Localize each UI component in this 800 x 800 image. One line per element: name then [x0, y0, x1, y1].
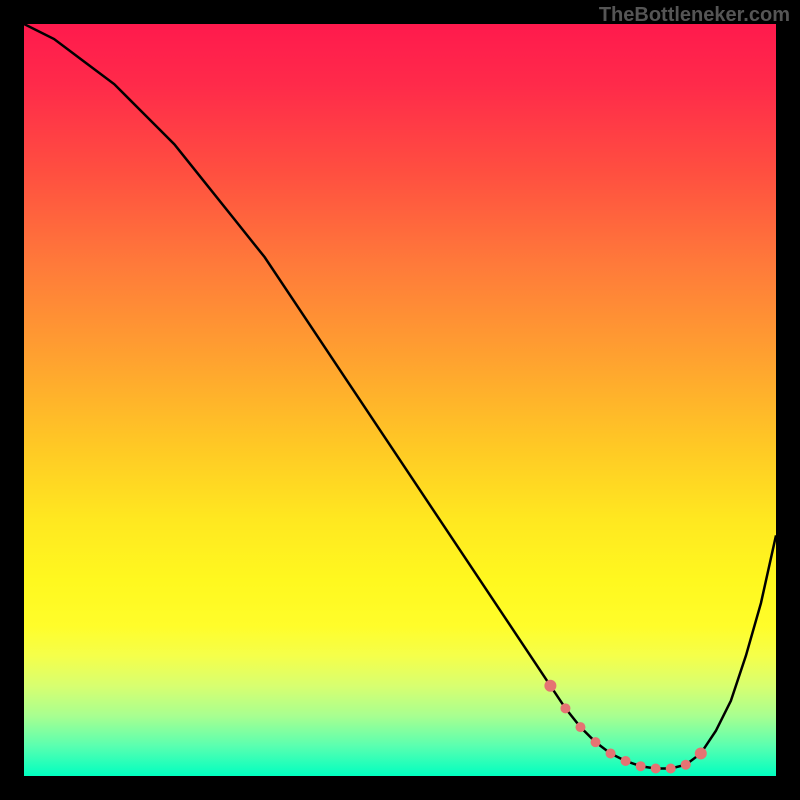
- highlight-dot: [591, 737, 601, 747]
- highlight-dot: [636, 761, 646, 771]
- highlight-dot: [544, 680, 556, 692]
- highlight-dot: [651, 763, 661, 773]
- highlight-dot: [606, 748, 616, 758]
- plot-area: [24, 24, 776, 776]
- highlight-dot: [575, 722, 585, 732]
- highlight-dots: [544, 680, 706, 774]
- curve-line: [24, 24, 776, 768]
- highlight-dot: [695, 747, 707, 759]
- chart-container: TheBottleneker.com: [0, 0, 800, 800]
- chart-svg: [24, 24, 776, 776]
- highlight-dot: [666, 763, 676, 773]
- highlight-dot: [621, 756, 631, 766]
- attribution-text: TheBottleneker.com: [599, 4, 790, 27]
- highlight-dot: [560, 703, 570, 713]
- highlight-dot: [681, 760, 691, 770]
